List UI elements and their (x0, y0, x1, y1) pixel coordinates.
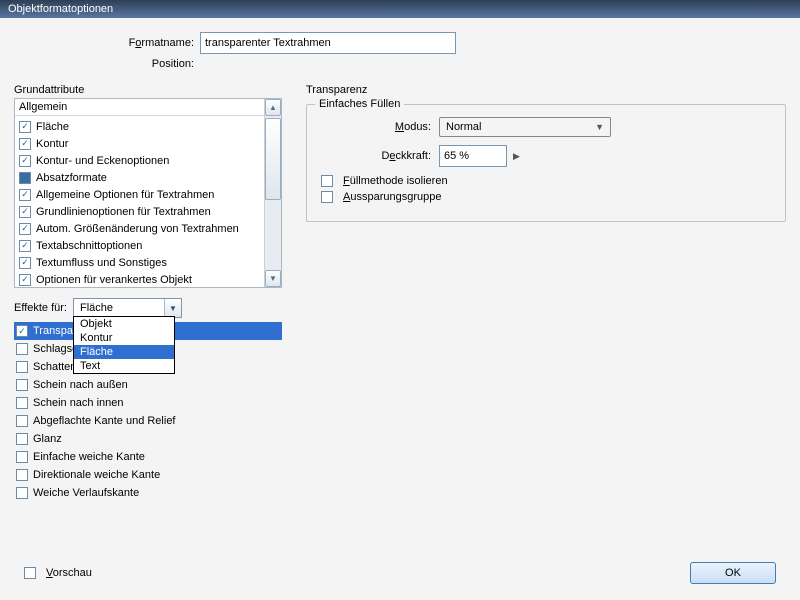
attribute-item[interactable]: Textumfluss und Sonstiges (15, 254, 281, 271)
dropdown-option[interactable]: Text (74, 359, 174, 373)
formatname-label: Formatname: (14, 37, 194, 49)
attribute-label: Autom. Größenänderung von Textrahmen (36, 223, 239, 235)
effect-label: Weiche Verlaufskante (33, 487, 139, 499)
effect-item[interactable]: Schein nach innen (14, 394, 282, 412)
ok-button[interactable]: OK (690, 562, 776, 584)
formatname-input[interactable] (200, 32, 456, 54)
chevron-down-icon[interactable]: ▼ (164, 299, 181, 317)
checkbox-icon (16, 451, 28, 463)
effect-item[interactable]: Schein nach außen (14, 376, 282, 394)
knockout-group-checkbox[interactable]: Aussparungsgruppe (321, 191, 771, 203)
attribute-label: Allgemeine Optionen für Textrahmen (36, 189, 214, 201)
effect-label: Direktionale weiche Kante (33, 469, 160, 481)
attribute-item[interactable]: Autom. Größenänderung von Textrahmen (15, 220, 281, 237)
checkbox-icon (16, 379, 28, 391)
attribute-scrollbar[interactable]: ▲ ▼ (264, 99, 281, 287)
effect-label: Schein nach innen (33, 397, 124, 409)
simple-fill-group: Einfaches Füllen Modus: Normal ▼ Deckkra… (306, 104, 786, 222)
effect-label: Einfache weiche Kante (33, 451, 145, 463)
checkbox-icon (19, 155, 31, 167)
checkbox-icon (19, 206, 31, 218)
attribute-label: Grundlinienoptionen für Textrahmen (36, 206, 211, 218)
mode-dropdown[interactable]: Normal ▼ (439, 117, 611, 137)
attribute-item[interactable]: Textabschnittoptionen (15, 237, 281, 254)
attribute-label: Fläche (36, 121, 69, 133)
attribute-label: Absatzformate (36, 172, 107, 184)
dropdown-option[interactable]: Objekt (74, 317, 174, 331)
checkbox-icon (19, 240, 31, 252)
transparency-heading: Transparenz (306, 84, 786, 96)
checkbox-icon (19, 172, 31, 184)
mode-label: Modus: (321, 121, 431, 133)
checkbox-icon (16, 361, 28, 373)
attribute-list-header[interactable]: Allgemein (15, 99, 281, 116)
effect-label: Abgeflachte Kante und Relief (33, 415, 176, 427)
group-legend: Einfaches Füllen (315, 98, 404, 110)
attribute-item[interactable]: Kontur- und Eckenoptionen (15, 152, 281, 169)
checkbox-icon (16, 415, 28, 427)
checkbox-icon (19, 138, 31, 150)
effect-item[interactable]: Abgeflachte Kante und Relief (14, 412, 282, 430)
chevron-down-icon: ▼ (595, 122, 604, 132)
effects-for-label: Effekte für: (14, 302, 67, 314)
checkbox-icon (16, 343, 28, 355)
preview-checkbox[interactable]: Vorschau (24, 567, 92, 579)
opacity-label: Deckkraft: (321, 150, 431, 162)
scroll-down-icon[interactable]: ▼ (265, 270, 281, 287)
opacity-flyout-icon[interactable]: ▶ (513, 151, 520, 162)
attribute-item[interactable]: Kontur (15, 135, 281, 152)
effect-item[interactable]: Weiche Verlaufskante (14, 484, 282, 502)
checkbox-icon (19, 121, 31, 133)
effect-item[interactable]: Einfache weiche Kante (14, 448, 282, 466)
dropdown-option[interactable]: Fläche (74, 345, 174, 359)
isolate-blending-checkbox[interactable]: Füllmethode isolieren (321, 175, 771, 187)
effects-for-dropdown[interactable]: Fläche ▼ ObjektKonturFlächeText (73, 298, 182, 318)
attribute-label: Kontur (36, 138, 68, 150)
scroll-up-icon[interactable]: ▲ (265, 99, 281, 116)
checkbox-icon (16, 397, 28, 409)
attribute-label: Textumfluss und Sonstiges (36, 257, 167, 269)
attribute-label: Kontur- und Eckenoptionen (36, 155, 169, 167)
dropdown-option[interactable]: Kontur (74, 331, 174, 345)
grundattribute-heading: Grundattribute (14, 84, 282, 96)
effect-label: Glanz (33, 433, 62, 445)
checkbox-icon (16, 469, 28, 481)
checkbox-icon (19, 189, 31, 201)
attribute-item[interactable]: Grundlinienoptionen für Textrahmen (15, 203, 281, 220)
attribute-item[interactable]: Absatzformate (15, 169, 281, 186)
checkbox-icon (321, 191, 333, 203)
attribute-label: Textabschnittoptionen (36, 240, 142, 252)
attribute-label: Optionen für verankertes Objekt (36, 274, 192, 286)
opacity-input[interactable] (439, 145, 507, 167)
checkbox-icon (16, 433, 28, 445)
effects-for-value: Fläche (74, 301, 164, 315)
attribute-item[interactable]: Allgemeine Optionen für Textrahmen (15, 186, 281, 203)
attribute-list[interactable]: Allgemein Fläche Kontur Kontur- und Eckeno… (14, 98, 282, 288)
window-title: Objektformatoptionen (0, 0, 800, 18)
checkbox-icon (321, 175, 333, 187)
effect-item[interactable]: Direktionale weiche Kante (14, 466, 282, 484)
attribute-item[interactable]: Fläche (15, 118, 281, 135)
checkbox-icon (19, 274, 31, 286)
checkbox-icon (19, 223, 31, 235)
checkbox-icon (19, 257, 31, 269)
checkbox-icon (24, 567, 36, 579)
checkbox-icon (16, 325, 28, 337)
position-label: Position: (14, 58, 194, 70)
effect-label: Schein nach außen (33, 379, 128, 391)
effect-item[interactable]: Glanz (14, 430, 282, 448)
checkbox-icon (16, 487, 28, 499)
scroll-thumb[interactable] (265, 118, 281, 200)
attribute-item[interactable]: Optionen für verankertes Objekt (15, 271, 281, 287)
